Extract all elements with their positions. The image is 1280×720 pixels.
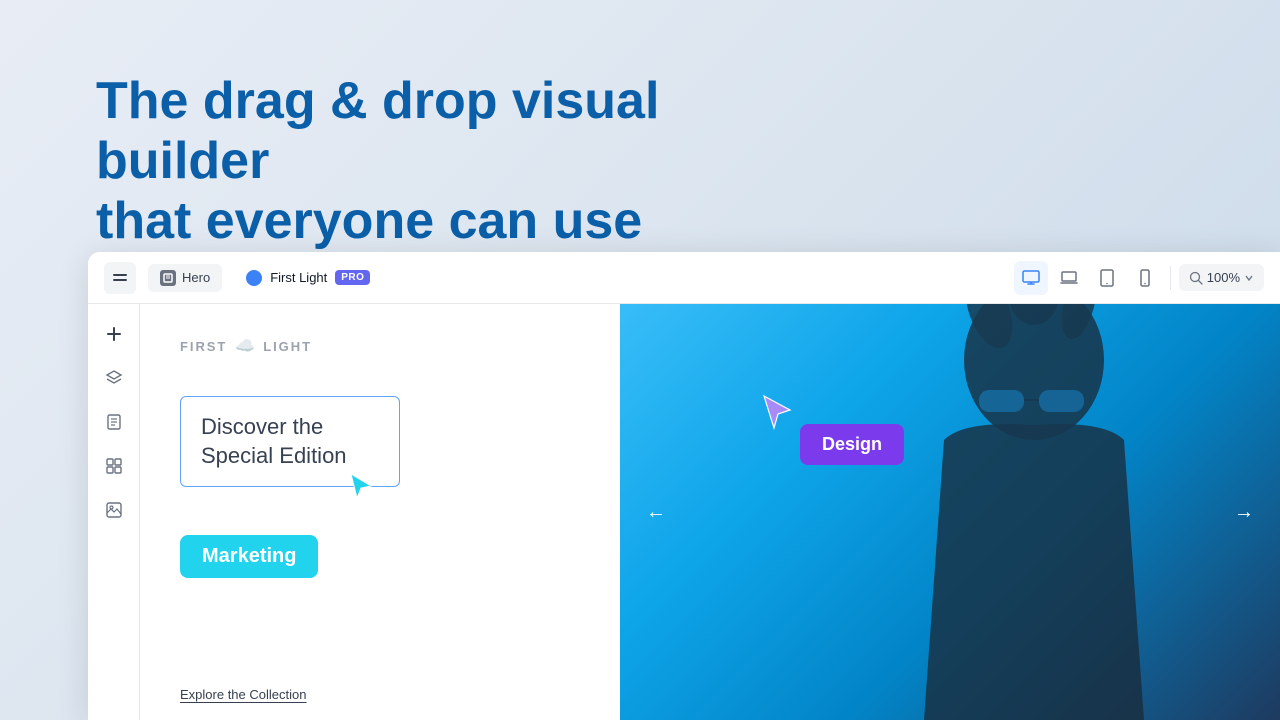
sidebar	[88, 304, 140, 720]
marketing-badge: Marketing	[180, 535, 318, 578]
page-label: Hero	[182, 270, 210, 285]
brand-logo: FIRST ☁️ LIGHT	[180, 336, 580, 356]
layers-button[interactable]	[96, 360, 132, 396]
cursor-arrow-right-icon	[760, 394, 796, 430]
menu-button[interactable]	[104, 262, 136, 294]
page-tab[interactable]: Hero	[148, 264, 222, 292]
discover-text: Discover the Special Edition	[201, 413, 379, 470]
pro-badge: PRO	[335, 270, 370, 285]
logo-text-light: LIGHT	[263, 339, 312, 354]
plus-icon	[105, 325, 123, 343]
laptop-view-button[interactable]	[1052, 261, 1086, 295]
carousel-arrow-left[interactable]: ←	[640, 496, 672, 528]
logo-text-first: FIRST	[180, 339, 227, 354]
zoom-label: 100%	[1207, 270, 1240, 285]
toolbar-left: Hero First Light PRO	[104, 262, 1002, 294]
person-silhouette	[824, 304, 1244, 720]
discover-box: Discover the Special Edition	[180, 396, 400, 487]
hero-section: The drag & drop visual builder that ever…	[96, 72, 676, 251]
assets-button[interactable]	[96, 492, 132, 528]
layers-icon	[105, 369, 123, 387]
design-badge: Design	[800, 424, 904, 465]
toolbar-divider	[1170, 266, 1171, 290]
canvas-area[interactable]: FIRST ☁️ LIGHT Discover the Special Edit…	[140, 304, 1280, 720]
chevron-down-icon	[1244, 273, 1254, 283]
site-name: First Light	[270, 270, 327, 285]
site-badge[interactable]: First Light PRO	[234, 264, 382, 292]
laptop-icon	[1060, 269, 1078, 287]
tablet-icon	[1098, 269, 1116, 287]
zoom-icon	[1189, 271, 1203, 285]
tablet-view-button[interactable]	[1090, 261, 1124, 295]
pages-button[interactable]	[96, 404, 132, 440]
toolbar: Hero First Light PRO	[88, 252, 1280, 304]
hamburger-icon	[113, 274, 127, 281]
canvas-left-panel: FIRST ☁️ LIGHT Discover the Special Edit…	[140, 304, 620, 720]
canvas-right-panel: ← → Design	[620, 304, 1280, 720]
canvas-content: FIRST ☁️ LIGHT Discover the Special Edit…	[140, 304, 1280, 720]
mobile-view-button[interactable]	[1128, 261, 1162, 295]
view-controls: 100%	[1014, 261, 1264, 295]
components-button[interactable]	[96, 448, 132, 484]
site-dot-icon	[246, 270, 262, 286]
desktop-view-button[interactable]	[1014, 261, 1048, 295]
desktop-icon	[1022, 269, 1040, 287]
logo-cloud-icon: ☁️	[235, 336, 255, 356]
cursor-arrow-icon	[347, 472, 375, 500]
components-icon	[105, 457, 123, 475]
builder-window: Hero First Light PRO	[88, 252, 1280, 720]
mobile-icon	[1136, 269, 1154, 287]
page-icon	[160, 270, 176, 286]
hero-title: The drag & drop visual builder that ever…	[96, 72, 676, 251]
pages-icon	[105, 413, 123, 431]
add-element-button[interactable]	[96, 316, 132, 352]
carousel-arrow-right[interactable]: →	[1228, 496, 1260, 528]
explore-link: Explore the Collection	[180, 687, 306, 720]
assets-icon	[105, 501, 123, 519]
zoom-button[interactable]: 100%	[1179, 264, 1264, 291]
